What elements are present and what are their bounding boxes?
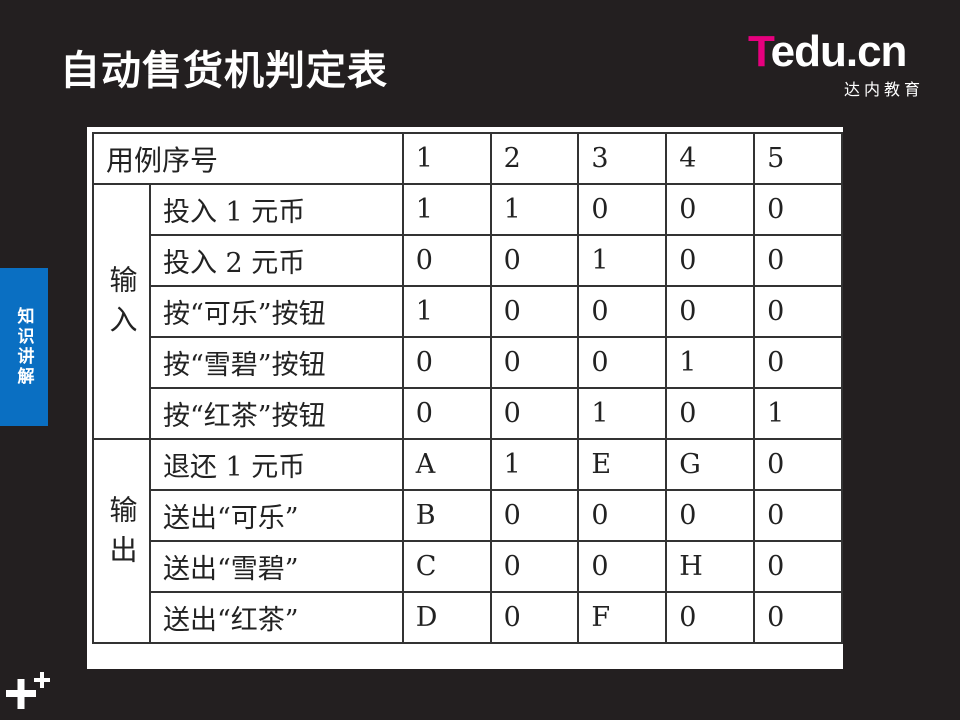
- cell-value: 0: [401, 336, 492, 389]
- tedu-logo: Tedu.cn 达内教育: [748, 27, 928, 100]
- table-row: 输入 投入 1 元币 1 1 0 0 0: [92, 183, 843, 440]
- case-number: 1: [401, 132, 492, 185]
- row-label: 按“可乐”按钮: [148, 285, 404, 338]
- cell-value: C: [401, 540, 492, 593]
- cell-value: E: [577, 438, 668, 491]
- cell-value: 1: [753, 387, 843, 440]
- logo-subtitle: 达内教育: [843, 80, 924, 99]
- case-number-label: 用例序号: [92, 132, 404, 185]
- cell-value: 0: [665, 387, 756, 440]
- slide-title: 自动售货机判定表: [60, 48, 388, 94]
- cell-value: B: [401, 489, 492, 542]
- row-label: 按“雪碧”按钮: [148, 336, 404, 389]
- cell-value: 0: [577, 540, 668, 593]
- cell-value: 0: [753, 591, 843, 644]
- cell-value: 1: [401, 285, 492, 338]
- table-row: 输出 退还 1 元币 A 1 E G 0: [92, 438, 843, 644]
- group-text: 输入: [105, 265, 139, 345]
- cell-value: 0: [577, 489, 668, 542]
- cell-value: 0: [753, 540, 843, 593]
- table-row: 投入 2 元币 0 0 1 0 0: [93, 234, 843, 287]
- cell-value: 0: [665, 234, 756, 287]
- cell-value: 0: [577, 183, 668, 236]
- row-label: 按“红茶”按钮: [148, 387, 404, 440]
- cell-value: F: [577, 591, 668, 644]
- cell-value: 0: [665, 489, 756, 542]
- cell-value: 0: [753, 438, 843, 491]
- cell-value: 1: [401, 183, 492, 236]
- cell-value: 1: [489, 183, 580, 236]
- cell-value: H: [665, 540, 756, 593]
- table-row: 按“红茶”按钮 0 0 1 0 1: [93, 387, 843, 440]
- cell-value: A: [401, 438, 492, 491]
- cell-value: 1: [489, 438, 580, 491]
- table-header-row: 用例序号 1 2 3 4 5: [92, 132, 843, 185]
- row-label: 退还 1 元币: [148, 438, 404, 491]
- logo-wordmark: Tedu.cn: [748, 27, 908, 76]
- logo-letter-t: T: [748, 27, 772, 76]
- cell-value: 0: [577, 285, 668, 338]
- group-text: 输出: [105, 494, 139, 575]
- cell-value: 0: [665, 591, 756, 644]
- row-label: 送出“可乐”: [148, 489, 404, 542]
- row-label: 投入 2 元币: [148, 234, 404, 287]
- cell-value: 0: [489, 540, 580, 593]
- cell-value: 0: [753, 336, 843, 389]
- cell-value: D: [401, 591, 492, 644]
- cell-value: 1: [577, 234, 668, 287]
- cell-value: 0: [489, 591, 580, 644]
- cell-value: 0: [753, 285, 843, 338]
- case-number: 4: [665, 132, 756, 185]
- case-number: 2: [489, 132, 580, 185]
- decision-table: 用例序号 1 2 3 4 5 输入 投入 1 元币 1 1 0 0 0 投入 2…: [92, 132, 843, 644]
- table-row: 按“可乐”按钮 1 0 0 0 0: [93, 285, 843, 338]
- knowledge-tab: 知识讲解: [0, 268, 48, 426]
- table-row: 送出“可乐” B 0 0 0 0: [93, 489, 843, 542]
- row-label: 送出“雪碧”: [148, 540, 404, 593]
- input-group-label: 输入: [92, 183, 151, 440]
- cell-value: 0: [401, 234, 492, 287]
- cell-value: 0: [753, 489, 843, 542]
- cell-value: 0: [489, 285, 580, 338]
- table-row: 按“雪碧”按钮 0 0 0 1 0: [93, 336, 843, 389]
- case-number: 5: [753, 132, 843, 185]
- logo-word-rest: edu.cn: [770, 27, 908, 76]
- cell-value: G: [665, 438, 756, 491]
- cell-value: 0: [401, 387, 492, 440]
- cell-value: 0: [489, 387, 580, 440]
- cell-value: 0: [753, 234, 843, 287]
- cell-value: 1: [665, 336, 756, 389]
- row-label: 投入 1 元币: [148, 183, 404, 236]
- cell-value: 0: [753, 183, 843, 236]
- decision-table-image: 用例序号 1 2 3 4 5 输入 投入 1 元币 1 1 0 0 0 投入 2…: [87, 127, 843, 669]
- cell-value: 0: [489, 336, 580, 389]
- cell-value: 0: [489, 234, 580, 287]
- cell-value: 0: [665, 285, 756, 338]
- plus-icon: [6, 672, 50, 709]
- knowledge-tab-label: 知识讲解: [13, 307, 34, 387]
- row-label: 送出“红茶”: [148, 591, 404, 644]
- cell-value: 1: [577, 387, 668, 440]
- case-number: 3: [577, 132, 668, 185]
- cell-value: 0: [577, 336, 668, 389]
- output-group-label: 输出: [92, 438, 151, 644]
- table-row: 送出“红茶” D 0 F 0 0: [93, 591, 843, 644]
- table-row: 送出“雪碧” C 0 0 H 0: [93, 540, 843, 593]
- cell-value: 0: [665, 183, 756, 236]
- cell-value: 0: [489, 489, 580, 542]
